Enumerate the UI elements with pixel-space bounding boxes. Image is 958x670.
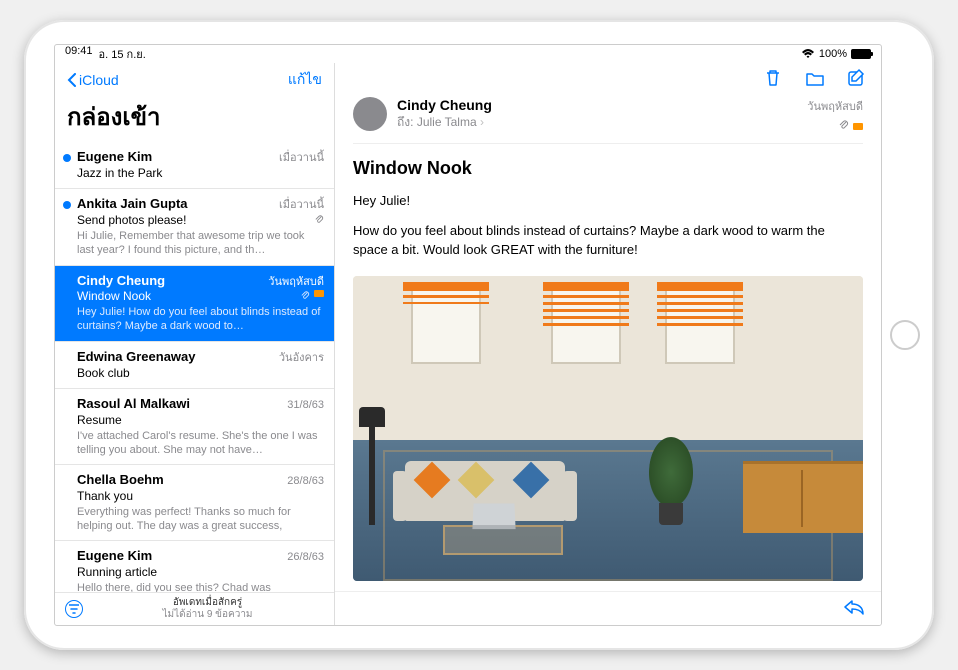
reply-bar — [335, 591, 881, 625]
message-subject: Send photos please! — [77, 213, 186, 229]
status-bar: 09:41 อ. 15 ก.ย. 100% — [55, 45, 881, 63]
message-subject: Window Nook — [353, 144, 863, 191]
sender-avatar[interactable] — [353, 97, 387, 131]
message-sender: Cindy Cheung — [77, 273, 165, 290]
message-subject: Book club — [77, 366, 130, 382]
chevron-left-icon — [67, 73, 77, 87]
move-button[interactable] — [805, 68, 825, 93]
edit-button[interactable]: แก้ไข — [288, 69, 322, 91]
compose-button[interactable] — [847, 68, 867, 93]
message-date: วันอังคาร — [279, 351, 324, 365]
message-preview: Hi Julie, Remember that awesome trip we … — [77, 229, 324, 258]
message-date: วันพฤหัสบดี — [268, 275, 324, 289]
trash-button[interactable] — [763, 68, 783, 93]
message-subject: Running article — [77, 565, 157, 581]
reply-button[interactable] — [843, 597, 865, 620]
message-sender: Ankita Jain Gupta — [77, 196, 188, 213]
message-preview: Hey Julie! How do you feel about blinds … — [77, 305, 324, 334]
to-label: ถึง: — [397, 115, 413, 129]
sync-status: อัพเดทเมื่อสักครู่ ไม่ได้อ่าน 9 ข้อความ — [91, 597, 324, 621]
flag-icon — [853, 123, 863, 130]
message-row[interactable]: Edwina Greenaway วันอังคาร Book club — [55, 342, 334, 389]
back-button[interactable]: iCloud — [67, 72, 119, 88]
content-toolbar — [335, 63, 881, 97]
attachment-icon — [300, 290, 310, 304]
attachment-icon — [314, 214, 324, 228]
message-date: 26/8/63 — [287, 550, 324, 564]
wifi-icon — [801, 49, 815, 59]
screen: 09:41 อ. 15 ก.ย. 100% iCloud แก้ไข กล่อง… — [54, 44, 882, 626]
status-time: 09:41 — [65, 45, 93, 63]
message-preview: Hello there, did you see this? Chad was — [77, 581, 324, 592]
message-row[interactable]: Eugene Kim เมื่อวานนี้ Jazz in the Park — [55, 142, 334, 189]
back-label: iCloud — [79, 72, 119, 88]
filter-button[interactable] — [65, 600, 83, 618]
message-preview: I've attached Carol's resume. She's the … — [77, 429, 324, 458]
message-list[interactable]: Eugene Kim เมื่อวานนี้ Jazz in the Park Ank… — [55, 142, 334, 592]
folder-icon — [805, 68, 825, 88]
message-row[interactable]: Ankita Jain Gupta เมื่อวานนี้ Send photos … — [55, 189, 334, 265]
mailbox-title: กล่องเข้า — [55, 95, 334, 142]
message-body: Hey Julie! How do you feel about blinds … — [353, 191, 863, 270]
reply-icon — [843, 597, 865, 615]
message-row[interactable]: Rasoul Al Malkawi 31/8/63 ResumeI've attac… — [55, 389, 334, 465]
mail-app: iCloud แก้ไข กล่องเข้า Eugene Kim เมื่อวา… — [55, 63, 881, 625]
message-subject: Thank you — [77, 489, 133, 505]
message-header: Cindy Cheung ถึง: Julie Talma › วันพฤหัส… — [353, 97, 863, 144]
battery-pct: 100% — [819, 48, 847, 60]
message-sender: Edwina Greenaway — [77, 349, 196, 366]
message-subject: Resume — [77, 413, 122, 429]
message-date: เมื่อวานนี้ — [279, 198, 324, 212]
message-sender: Eugene Kim — [77, 548, 152, 565]
message-date: 31/8/63 — [287, 398, 324, 412]
message-sender: Rasoul Al Malkawi — [77, 396, 190, 413]
from-name[interactable]: Cindy Cheung — [397, 97, 797, 113]
message-subject: Jazz in the Park — [77, 166, 162, 182]
attachment-image[interactable] — [353, 276, 863, 582]
trash-icon — [763, 68, 783, 88]
chevron-right-icon: › — [480, 115, 484, 129]
to-field[interactable]: ถึง: Julie Talma › — [397, 113, 797, 132]
message-content-pane: Cindy Cheung ถึง: Julie Talma › วันพฤหัส… — [335, 63, 881, 625]
battery-icon — [851, 49, 871, 59]
message-sender: Eugene Kim — [77, 149, 152, 166]
status-date: อ. 15 ก.ย. — [99, 45, 146, 63]
message-row[interactable]: Chella Boehm 28/8/63 Thank youEverything w… — [55, 465, 334, 541]
message-date: เมื่อวานนี้ — [279, 151, 324, 165]
message-list-pane: iCloud แก้ไข กล่องเข้า Eugene Kim เมื่อวา… — [55, 63, 335, 625]
message-row[interactable]: Eugene Kim 26/8/63 Running articleHello th… — [55, 541, 334, 592]
message-preview: Everything was perfect! Thanks so much f… — [77, 505, 324, 534]
filter-icon — [69, 604, 79, 614]
attachment-icon — [838, 119, 849, 133]
to-name: Julie Talma — [417, 115, 477, 129]
message-date: 28/8/63 — [287, 474, 324, 488]
message-subject: Window Nook — [77, 289, 151, 305]
flag-icon — [314, 290, 324, 297]
home-button[interactable] — [890, 320, 920, 350]
message-sender: Chella Boehm — [77, 472, 164, 489]
message-date: วันพฤหัสบดี — [807, 97, 863, 115]
ipad-frame: 09:41 อ. 15 ก.ย. 100% iCloud แก้ไข กล่อง… — [24, 20, 934, 650]
message-row[interactable]: Cindy Cheung วันพฤหัสบดี Window NookHey Ju… — [55, 266, 334, 342]
compose-icon — [847, 68, 867, 88]
